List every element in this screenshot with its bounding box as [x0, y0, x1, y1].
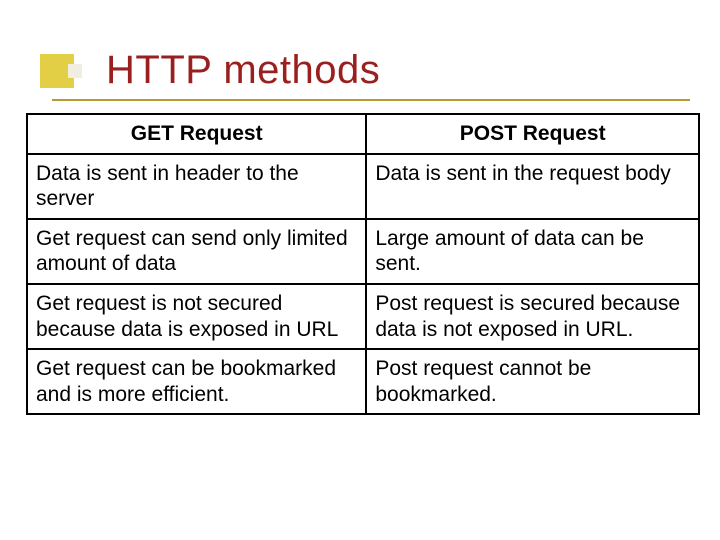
table-row: Get request can send only limited amount…	[27, 219, 699, 284]
page-title: HTTP methods	[50, 48, 680, 93]
col-header-post: POST Request	[366, 114, 699, 154]
cell-post: Post request is secured because data is …	[366, 284, 699, 349]
table-row: Get request is not secured because data …	[27, 284, 699, 349]
cell-get: Get request can be bookmarked and is mor…	[27, 349, 366, 414]
title-area: HTTP methods	[50, 48, 680, 93]
cell-get: Get request can send only limited amount…	[27, 219, 366, 284]
comparison-table: GET Request POST Request Data is sent in…	[26, 113, 700, 415]
col-header-get: GET Request	[27, 114, 366, 154]
table-header-row: GET Request POST Request	[27, 114, 699, 154]
cell-post: Data is sent in the request body	[366, 154, 699, 219]
cell-post: Post request cannot be bookmarked.	[366, 349, 699, 414]
table-row: Get request can be bookmarked and is mor…	[27, 349, 699, 414]
table-row: Data is sent in header to the server Dat…	[27, 154, 699, 219]
comparison-table-wrap: GET Request POST Request Data is sent in…	[26, 113, 700, 415]
cell-get: Get request is not secured because data …	[27, 284, 366, 349]
cell-get: Data is sent in header to the server	[27, 154, 366, 219]
title-underline	[52, 99, 690, 101]
cell-post: Large amount of data can be sent.	[366, 219, 699, 284]
slide: HTTP methods GET Request POST Request Da…	[0, 0, 720, 540]
